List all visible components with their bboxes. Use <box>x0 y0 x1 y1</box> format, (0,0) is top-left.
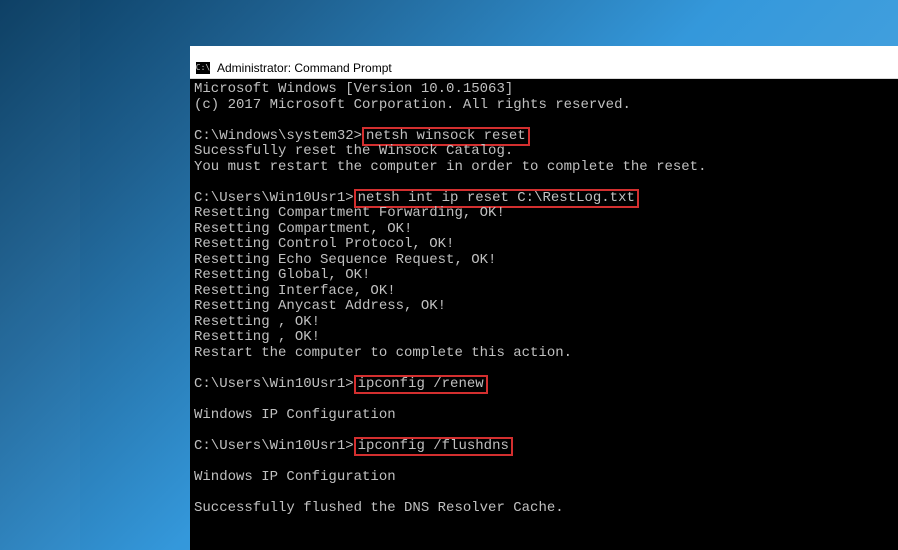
window-title: Administrator: Command Prompt <box>217 61 392 75</box>
console-line: You must restart the computer in order t… <box>194 159 706 175</box>
console-line: Windows IP Configuration <box>194 407 396 423</box>
console-line: Successfully flushed the DNS Resolver Ca… <box>194 500 564 516</box>
console-line: Resetting Echo Sequence Request, OK! <box>194 252 496 268</box>
console-line: Sucessfully reset the Winsock Catalog. <box>194 143 513 159</box>
console-line: (c) 2017 Microsoft Corporation. All righ… <box>194 97 631 113</box>
console-line: Resetting , OK! <box>194 314 320 330</box>
console-prompt: C:\Users\Win10Usr1> <box>194 190 354 206</box>
console-line: Resetting Anycast Address, OK! <box>194 298 446 314</box>
console-output[interactable]: Microsoft Windows [Version 10.0.15063] (… <box>190 79 898 550</box>
console-line: Resetting Compartment Forwarding, OK! <box>194 205 505 221</box>
console-line: Resetting Compartment, OK! <box>194 221 412 237</box>
console-prompt: C:\Users\Win10Usr1> <box>194 438 354 454</box>
console-line: Resetting Interface, OK! <box>194 283 396 299</box>
console-prompt: C:\Users\Win10Usr1> <box>194 376 354 392</box>
console-line: Restart the computer to complete this ac… <box>194 345 572 361</box>
command-prompt-window: C:\ Administrator: Command Prompt Micros… <box>190 57 898 550</box>
console-line: Resetting Global, OK! <box>194 267 370 283</box>
console-line: Windows IP Configuration <box>194 469 396 485</box>
console-line: Resetting Control Protocol, OK! <box>194 236 454 252</box>
desktop-background-accent <box>0 0 80 550</box>
titlebar[interactable]: C:\ Administrator: Command Prompt <box>190 57 898 79</box>
console-line: Microsoft Windows [Version 10.0.15063] <box>194 81 513 97</box>
console-prompt: C:\Windows\system32> <box>194 128 362 144</box>
console-line: Resetting , OK! <box>194 329 320 345</box>
highlighted-command: ipconfig /renew <box>354 375 488 395</box>
highlighted-command: ipconfig /flushdns <box>354 437 513 457</box>
cmd-icon: C:\ <box>196 62 210 74</box>
